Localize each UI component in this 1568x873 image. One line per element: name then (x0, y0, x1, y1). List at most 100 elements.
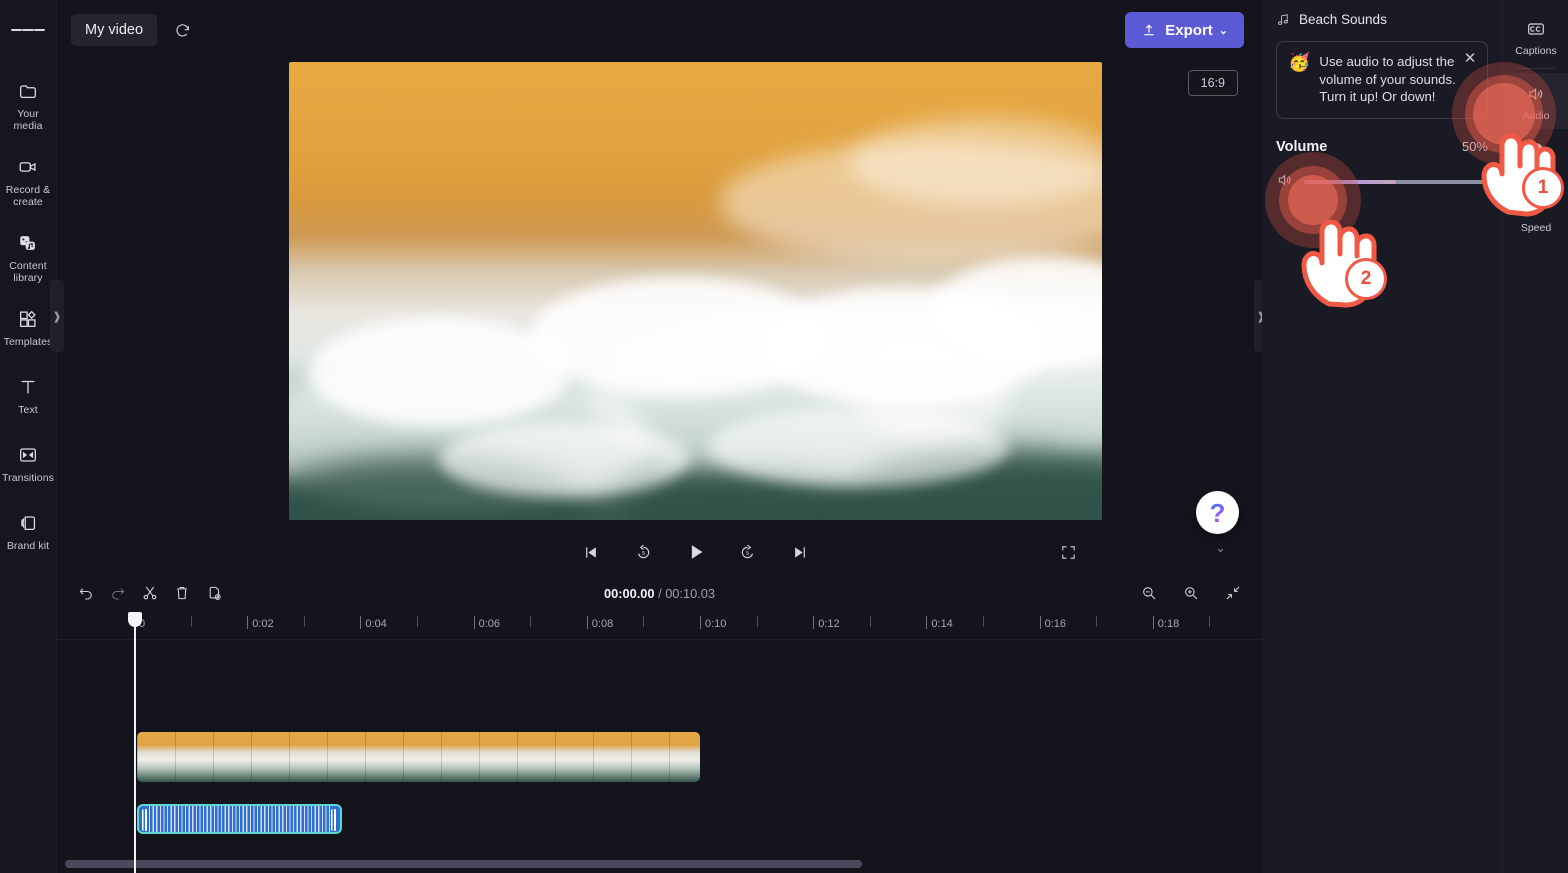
ruler-tick-label: 0:18 (1157, 618, 1180, 630)
sidebar-item-label: Your media (13, 108, 43, 132)
undo-arrow-icon[interactable] (71, 578, 101, 608)
scissors-icon[interactable] (135, 578, 165, 608)
trim-handle-right[interactable] (331, 809, 337, 831)
svg-text:5: 5 (746, 551, 749, 557)
svg-text:5: 5 (642, 551, 645, 557)
ruler-tick-label: 0:04 (365, 618, 387, 630)
timeline-audio-clip[interactable] (137, 804, 342, 834)
sidebar-item-brand-kit[interactable]: Brand kit (0, 504, 57, 560)
ruler-tick-bar (473, 616, 475, 629)
rewind-5-icon[interactable]: 5 (629, 537, 659, 567)
music-note-icon (1278, 14, 1288, 25)
magnifier-minus-icon[interactable] (1134, 578, 1164, 608)
close-x-icon[interactable]: ✕ (1461, 49, 1479, 67)
editor-main: My video Export ⌄ ❱ ❱ 16:9 5 5 ? ⌄ 00:00… (50, 0, 1268, 873)
help-button[interactable]: ? (1196, 491, 1239, 534)
preview-stage: ❱ ❱ 16:9 5 5 ? ⌄ (50, 60, 1268, 574)
forward-5-icon[interactable]: 5 (733, 537, 763, 567)
speaker-volume-icon (1276, 171, 1294, 194)
timeline: 00:00.00 / 00:10.03 0 0:02 0:04 0:06 0:08 0:1… (57, 572, 1262, 873)
right-rail-item-fade[interactable]: Fade (1503, 129, 1568, 185)
timeline-video-clip[interactable] (137, 732, 700, 782)
sidebar-item-your-media[interactable]: Your media (0, 72, 57, 136)
duplicate-icon[interactable] (199, 578, 229, 608)
project-name-input[interactable]: My video (71, 14, 158, 46)
volume-label: Volume (1276, 138, 1328, 155)
volume-slider-fill (1304, 180, 1396, 184)
sidebar-item-content-library[interactable]: Content library (0, 224, 57, 288)
player-controls: 5 5 (289, 530, 1102, 574)
right-rail-label: Fade (1524, 166, 1548, 178)
ruler-tick-bar (303, 616, 305, 627)
sidebar-item-transitions[interactable]: Transitions (0, 436, 57, 492)
folder-icon (15, 78, 41, 104)
ruler-tick-bar (1039, 616, 1041, 629)
right-rail-label: Captions (1515, 45, 1557, 57)
ruler-tick-bar (926, 616, 928, 629)
playhead-knob[interactable] (128, 612, 142, 627)
closed-captions-icon (1524, 17, 1548, 41)
right-rail-item-audio[interactable]: Audio (1503, 73, 1568, 129)
sidebar-item-label: Templates (3, 336, 53, 348)
export-label: Export (1165, 21, 1213, 39)
hamburger-menu-icon[interactable] (11, 14, 45, 46)
ruler-tick-bar (1152, 616, 1154, 629)
aspect-ratio-badge[interactable]: 16:9 (1187, 70, 1238, 96)
timeline-tracks[interactable] (57, 640, 1262, 873)
ruler-tick-bar (586, 616, 588, 629)
properties-header: Beach Sounds (1276, 12, 1488, 27)
right-rail-item-captions[interactable]: Captions (1503, 8, 1568, 64)
clipchamp-video-editor: Your media Record & create Content libra… (0, 0, 1568, 873)
content-library-icon (15, 230, 41, 256)
fullscreen-icon[interactable] (1053, 537, 1083, 567)
skip-previous-icon[interactable] (577, 537, 607, 567)
ruler-tick-bar (983, 616, 984, 627)
scrollbar-thumb[interactable] (65, 860, 862, 868)
sync-icon[interactable] (169, 17, 195, 43)
magnifier-plus-icon[interactable] (1176, 578, 1206, 608)
volume-value: 50% (1461, 138, 1488, 154)
ruler-tick-label: 0:16 (1044, 618, 1067, 630)
ruler-tick-label: 0:12 (818, 618, 840, 630)
speaker-volume-icon (1524, 82, 1548, 106)
sidebar-item-record-create[interactable]: Record & create (0, 148, 57, 212)
skip-next-icon[interactable] (785, 537, 815, 567)
properties-title: Beach Sounds (1299, 12, 1387, 27)
upload-arrow-icon (1144, 24, 1154, 36)
trim-handle-left[interactable] (142, 809, 148, 831)
speedometer-icon (1524, 194, 1548, 218)
ruler-tick-bar (360, 616, 362, 629)
volume-row: Volume 50% (1276, 139, 1488, 155)
text-t-icon (15, 374, 41, 400)
collapse-left-panel-handle[interactable]: ❱ (50, 280, 64, 352)
export-button[interactable]: Export ⌄ (1125, 12, 1244, 48)
chevron-down-icon[interactable]: ⌄ (1215, 540, 1226, 556)
redo-arrow-icon[interactable] (103, 578, 133, 608)
sidebar-item-label: Text (18, 404, 38, 416)
volume-slider[interactable] (1304, 180, 1488, 184)
transitions-icon (15, 442, 41, 468)
sidebar-item-templates[interactable]: Templates (0, 300, 57, 356)
ruler-tick-label: 0:06 (478, 618, 501, 630)
sidebar-item-label: Brand kit (6, 540, 50, 552)
volume-slider-row (1276, 171, 1488, 194)
sidebar-item-text[interactable]: Text (0, 368, 57, 424)
ruler-tick-label: 0:14 (931, 618, 953, 630)
video-preview[interactable] (289, 62, 1102, 520)
play-icon[interactable] (681, 537, 711, 567)
timeline-horizontal-scrollbar[interactable] (65, 860, 1254, 868)
right-rail-label: Audio (1522, 110, 1550, 122)
sidebar-item-label: Content library (9, 260, 47, 284)
timeline-ruler[interactable]: 0 0:02 0:04 0:06 0:08 0:10 0:12 0:14 0:16 0:18 (57, 614, 1262, 640)
total-time: 00:10.03 (665, 585, 716, 601)
ruler-tick-bar (813, 616, 815, 629)
properties-panel: Beach Sounds 🥳 Use audio to adjust the v… (1262, 0, 1502, 873)
chevron-down-icon: ⌄ (1218, 24, 1228, 37)
ruler-tick-label: 0:02 (252, 618, 274, 630)
right-rail-item-speed[interactable]: Speed (1503, 185, 1568, 241)
fit-screen-icon[interactable] (1218, 578, 1248, 608)
trash-icon[interactable] (167, 578, 197, 608)
timeline-playhead[interactable] (128, 612, 142, 873)
right-rail-label: Speed (1520, 222, 1552, 234)
ruler-tick-bar (643, 616, 645, 627)
